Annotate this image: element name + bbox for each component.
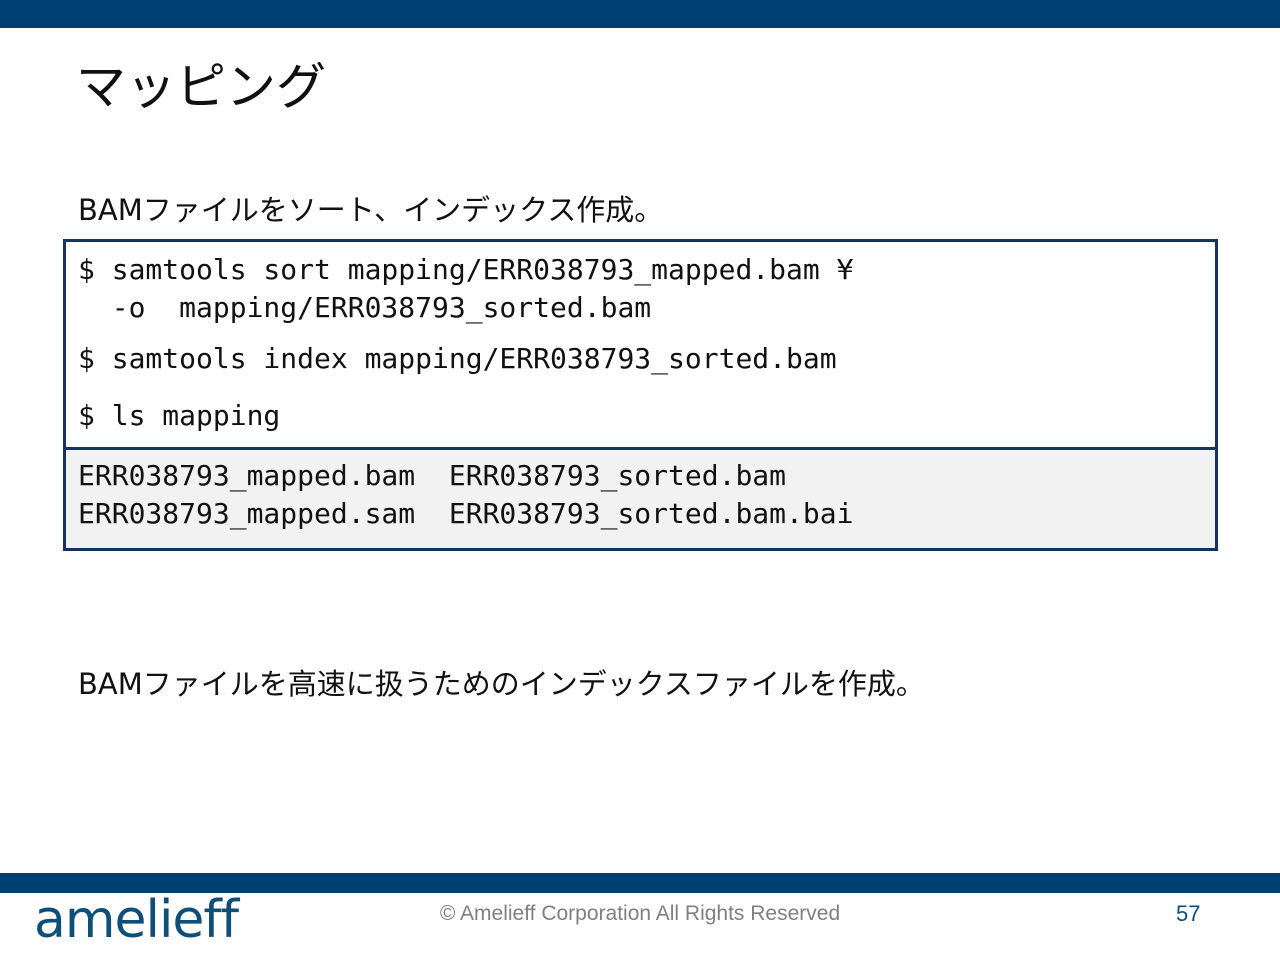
output-line-1: ERR038793_mapped.bam ERR038793_sorted.ba… xyxy=(78,459,787,492)
copyright-text: © Amelieff Corporation All Rights Reserv… xyxy=(439,902,841,925)
output-line-2: ERR038793_mapped.sam ERR038793_sorted.ba… xyxy=(78,497,854,530)
slide-note: BAMファイルを高速に扱うためのインデックスファイルを作成。 xyxy=(78,667,925,701)
command-line-sort: $ samtools sort mapping/ERR038793_mapped… xyxy=(78,253,854,286)
slide-title: マッピング xyxy=(76,58,326,116)
output-box: ERR038793_mapped.bam ERR038793_sorted.ba… xyxy=(63,447,1218,551)
page-number: 57 xyxy=(1176,901,1201,926)
command-line-ls: $ ls mapping xyxy=(78,399,281,432)
command-line-sort-output-option: -o mapping/ERR038793_sorted.bam xyxy=(78,291,652,324)
command-box: $ samtools sort mapping/ERR038793_mapped… xyxy=(63,239,1218,450)
top-bar xyxy=(0,0,1280,28)
command-line-index: $ samtools index mapping/ERR038793_sorte… xyxy=(78,342,837,375)
copyright-notice: © Amelieff Corporation All Rights Reserv… xyxy=(0,900,1280,928)
slide-subtitle: BAMファイルをソート、インデックス作成。 xyxy=(78,193,664,227)
